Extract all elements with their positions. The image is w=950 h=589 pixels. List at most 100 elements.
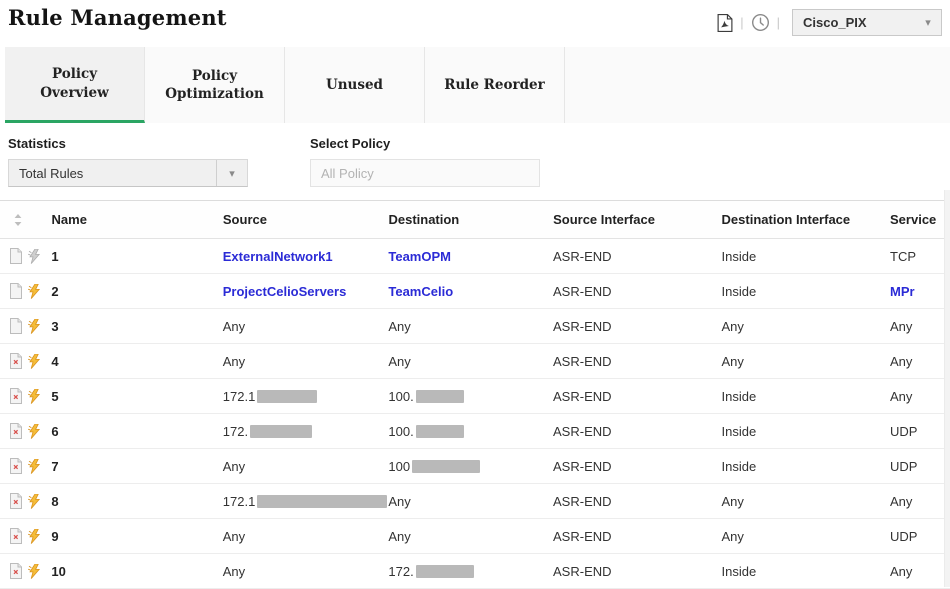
tab-label: Rule Reorder xyxy=(444,76,545,94)
separator: | xyxy=(773,15,784,30)
lightning-bolt-icon-active[interactable] xyxy=(27,459,51,474)
destination_interface-value: Any xyxy=(722,494,744,509)
document-icon[interactable] xyxy=(0,318,27,334)
destination_interface-value: Inside xyxy=(722,459,757,474)
lightning-bolt-icon-active[interactable] xyxy=(27,494,51,509)
destination_interface-value: Inside xyxy=(722,389,757,404)
top-actions: | | Cisco_PIX ▾ xyxy=(714,9,942,36)
column-header-source[interactable]: Source xyxy=(223,212,389,227)
pdf-export-icon[interactable] xyxy=(714,14,736,32)
document-deny-icon[interactable] xyxy=(0,388,27,404)
column-header-destination-interface[interactable]: Destination Interface xyxy=(722,212,890,227)
service-value: TCP xyxy=(890,249,916,264)
select-policy-input[interactable] xyxy=(310,159,540,187)
rule-number: 5 xyxy=(51,389,58,404)
destination_interface-value: Inside xyxy=(722,564,757,579)
source-link[interactable]: ExternalNetwork1 xyxy=(223,249,333,264)
source_interface-value: ASR-END xyxy=(553,284,612,299)
table-body: 1 ExternalNetwork1 TeamOPM ASR-END Inside TCP… xyxy=(0,239,950,589)
tab-rule-reorder[interactable]: Rule Reorder xyxy=(425,47,565,123)
source-value: 172. xyxy=(223,424,248,439)
destination-value: 100 xyxy=(388,459,410,474)
source_interface-value: ASR-END xyxy=(553,424,612,439)
source-value: Any xyxy=(223,564,245,579)
statistics-select-value: Total Rules xyxy=(9,166,216,181)
destination_interface-value: Any xyxy=(722,319,744,334)
tab-strip-filler xyxy=(565,47,950,123)
source_interface-value: ASR-END xyxy=(553,354,612,369)
destination-value: 172. xyxy=(388,564,413,579)
column-header-destination[interactable]: Destination xyxy=(388,212,553,227)
source-link[interactable]: ProjectCelioServers xyxy=(223,284,347,299)
page-title: Rule Management xyxy=(8,5,227,30)
destination_interface-value: Inside xyxy=(722,424,757,439)
source_interface-value: ASR-END xyxy=(553,529,612,544)
vertical-scrollbar[interactable] xyxy=(944,190,950,587)
lightning-bolt-icon-active[interactable] xyxy=(27,424,51,439)
redacted-value xyxy=(250,425,312,438)
service-value: Any xyxy=(890,494,912,509)
chevron-down-icon: ▾ xyxy=(216,160,247,186)
lightning-bolt-icon-active[interactable] xyxy=(27,319,51,334)
service-link[interactable]: MPr xyxy=(890,284,915,299)
sort-icon[interactable] xyxy=(0,214,52,226)
table-row: 3AnyAnyASR-ENDAnyAny xyxy=(0,309,950,344)
redacted-value xyxy=(416,565,474,578)
tab-policy-optimization[interactable]: Policy Optimization xyxy=(145,47,285,123)
service-value: Any xyxy=(890,319,912,334)
lightning-bolt-icon-active[interactable] xyxy=(27,564,51,579)
rule-number: 9 xyxy=(51,529,58,544)
statistics-select[interactable]: Total Rules ▾ xyxy=(8,159,248,187)
device-select[interactable]: Cisco_PIX ▾ xyxy=(792,9,942,36)
service-value: UDP xyxy=(890,529,917,544)
source-value: Any xyxy=(223,319,245,334)
destination_interface-value: Inside xyxy=(722,284,757,299)
document-deny-icon[interactable] xyxy=(0,423,27,439)
tab-policy-overview[interactable]: Policy Overview xyxy=(5,47,145,123)
document-deny-icon[interactable] xyxy=(0,353,27,369)
source-value: Any xyxy=(223,529,245,544)
service-value: UDP xyxy=(890,424,917,439)
source_interface-value: ASR-END xyxy=(553,389,612,404)
redacted-value xyxy=(257,495,387,508)
document-icon[interactable] xyxy=(0,283,27,299)
document-deny-icon[interactable] xyxy=(0,563,27,579)
source-value: 172.1 xyxy=(223,389,256,404)
source_interface-value: ASR-END xyxy=(553,494,612,509)
lightning-bolt-icon-active[interactable] xyxy=(27,529,51,544)
table-row: 4AnyAnyASR-ENDAnyAny xyxy=(0,344,950,379)
destination-link[interactable]: TeamOPM xyxy=(388,249,451,264)
lightning-bolt-icon-inactive[interactable] xyxy=(27,249,51,264)
redacted-value xyxy=(257,390,317,403)
table-row: 5172.1100.ASR-ENDInsideAny xyxy=(0,379,950,414)
separator: | xyxy=(736,15,747,30)
destination-value: 100. xyxy=(388,389,413,404)
tab-label: Unused xyxy=(326,76,383,94)
lightning-bolt-icon-active[interactable] xyxy=(27,284,51,299)
destination-value: 100. xyxy=(388,424,413,439)
tab-unused[interactable]: Unused xyxy=(285,47,425,123)
column-header-name[interactable]: Name xyxy=(52,212,223,227)
top-bar: Rule Management | | Cisco_PIX ▾ xyxy=(0,0,950,42)
lightning-bolt-icon-active[interactable] xyxy=(27,389,51,404)
document-deny-icon[interactable] xyxy=(0,528,27,544)
document-deny-icon[interactable] xyxy=(0,493,27,509)
redacted-value xyxy=(416,390,464,403)
destination-link[interactable]: TeamCelio xyxy=(388,284,453,299)
column-header-source-interface[interactable]: Source Interface xyxy=(553,212,721,227)
schedule-clock-icon[interactable] xyxy=(748,13,773,32)
lightning-bolt-icon-active[interactable] xyxy=(27,354,51,369)
table-row: 10Any172.ASR-ENDInsideAny xyxy=(0,554,950,589)
destination-value: Any xyxy=(388,354,410,369)
table-row: 7Any100ASR-ENDInsideUDP xyxy=(0,449,950,484)
document-icon[interactable] xyxy=(0,248,27,264)
redacted-value xyxy=(412,460,480,473)
select-policy-label: Select Policy xyxy=(310,136,540,151)
rule-number: 4 xyxy=(51,354,58,369)
service-value: Any xyxy=(890,354,912,369)
document-deny-icon[interactable] xyxy=(0,458,27,474)
column-header-service[interactable]: Service xyxy=(890,212,950,227)
rule-number: 1 xyxy=(51,249,58,264)
destination-value: Any xyxy=(388,319,410,334)
destination_interface-value: Any xyxy=(722,529,744,544)
